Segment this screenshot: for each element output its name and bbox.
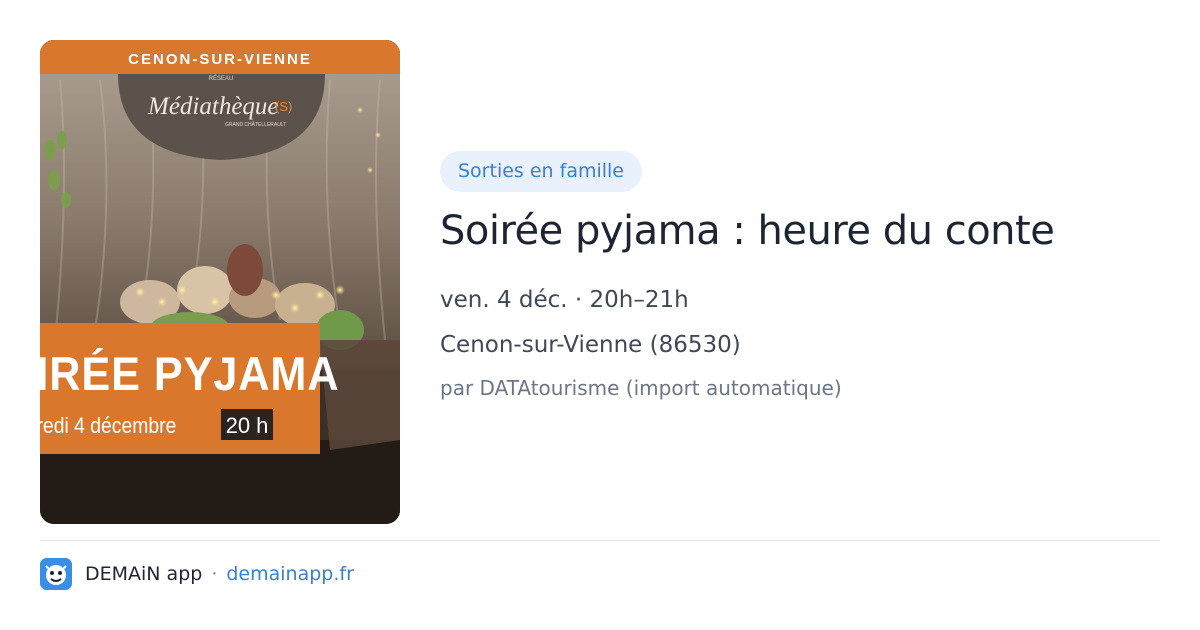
poster-date-text: redi 4 décembre: [40, 414, 176, 438]
poster-time-text: 20 h: [226, 413, 269, 438]
poster-library-text: Médiathèque: [147, 93, 279, 120]
footer-separator: ·: [211, 563, 218, 585]
poster-library-suffix: (S): [275, 99, 292, 114]
poster-network-text: RÉSEAU: [209, 75, 234, 82]
event-title: Soirée pyjama : heure du conte: [440, 208, 1055, 254]
footer-divider: [40, 540, 1160, 541]
site-link[interactable]: demainapp.fr: [226, 563, 354, 585]
demain-app-icon: [40, 558, 72, 590]
poster-library-sub: GRAND CHÂTELLERAULT: [225, 121, 286, 128]
category-badge[interactable]: Sorties en famille: [440, 151, 642, 192]
poster-headline: IRÉE PYJAMA: [40, 347, 339, 400]
event-source: par DATAtourisme (import automatique): [440, 376, 842, 400]
event-datetime: ven. 4 déc. · 20h–21h: [440, 287, 689, 313]
footer: DEMAiN app · demainapp.fr: [40, 557, 354, 591]
event-poster-image: CENON-SUR-VIENNE RÉSEAU Médiathèque (S) …: [40, 40, 400, 524]
poster-town-text: CENON-SUR-VIENNE: [128, 51, 312, 68]
app-name: DEMAiN app: [85, 563, 203, 585]
event-location: Cenon-sur-Vienne (86530): [440, 332, 741, 358]
